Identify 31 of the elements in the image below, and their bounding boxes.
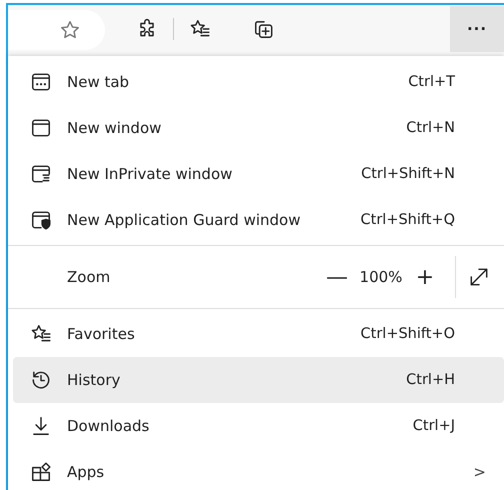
new-tab-icon: [30, 71, 52, 93]
menu-item[interactable]: Favorites Ctrl+Shift+O: [13, 311, 504, 357]
shield-window-icon: [30, 209, 52, 231]
shortcut-text: Ctrl+Shift+O: [360, 326, 455, 342]
apps-icon: [30, 461, 52, 483]
shortcut-text: Ctrl+T: [408, 74, 455, 90]
more-button[interactable]: ...: [450, 6, 504, 52]
menu-item[interactable]: New Application Guard window Ctrl+Shift+Q: [13, 197, 504, 243]
fullscreen-icon[interactable]: [468, 266, 490, 288]
menu-item[interactable]: New InPrivate window Ctrl+Shift+N: [13, 151, 504, 197]
favorite-star-icon: [59, 19, 81, 41]
menu-item[interactable]: Downloads Ctrl+J: [13, 403, 504, 449]
menu-item[interactable]: New tab Ctrl+T: [13, 59, 504, 105]
zoom-level: 100%: [358, 268, 404, 286]
private-window-icon: [30, 163, 52, 185]
chevron-icon: >: [473, 463, 486, 481]
menu-item[interactable]: New window Ctrl+N: [13, 105, 504, 151]
history-icon: [30, 369, 52, 391]
shortcut-text: Ctrl+H: [406, 372, 455, 388]
window-icon: [30, 117, 52, 139]
menu-item[interactable]: Apps >: [13, 449, 504, 490]
shortcut-text: Ctrl+Shift+Q: [360, 212, 455, 228]
collections-icon: [253, 18, 275, 40]
zoom-in-button[interactable]: +: [405, 264, 445, 290]
shortcut-text: Ctrl+N: [406, 120, 455, 136]
download-icon: [30, 415, 52, 437]
menu-item-label: Zoom: [67, 268, 112, 286]
shortcut-text: Ctrl+Shift+N: [361, 166, 455, 182]
zoom-out-button[interactable]: —: [317, 264, 357, 290]
shortcut-text: Ctrl+J: [412, 418, 455, 434]
menu-item[interactable]: History Ctrl+H: [13, 357, 504, 403]
